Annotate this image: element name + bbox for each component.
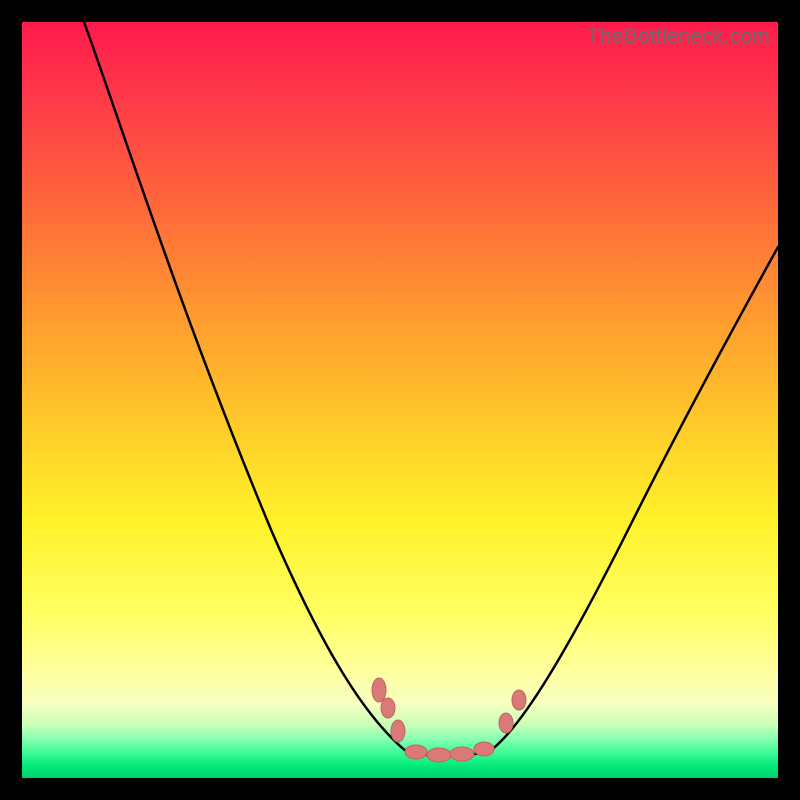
- marker-dot: [391, 720, 405, 742]
- marker-dot: [499, 713, 513, 733]
- marker-dot: [512, 690, 526, 710]
- marker-dot: [427, 748, 451, 762]
- bottleneck-curve: [22, 22, 778, 778]
- marker-dot: [372, 678, 386, 702]
- marker-dot: [405, 745, 427, 759]
- marker-dot: [450, 747, 474, 761]
- chart-frame: TheBottleneck.com: [22, 22, 778, 778]
- marker-dot: [474, 742, 494, 756]
- curve-left-branch: [84, 22, 407, 752]
- curve-right-branch: [490, 247, 778, 751]
- marker-dot: [381, 698, 395, 718]
